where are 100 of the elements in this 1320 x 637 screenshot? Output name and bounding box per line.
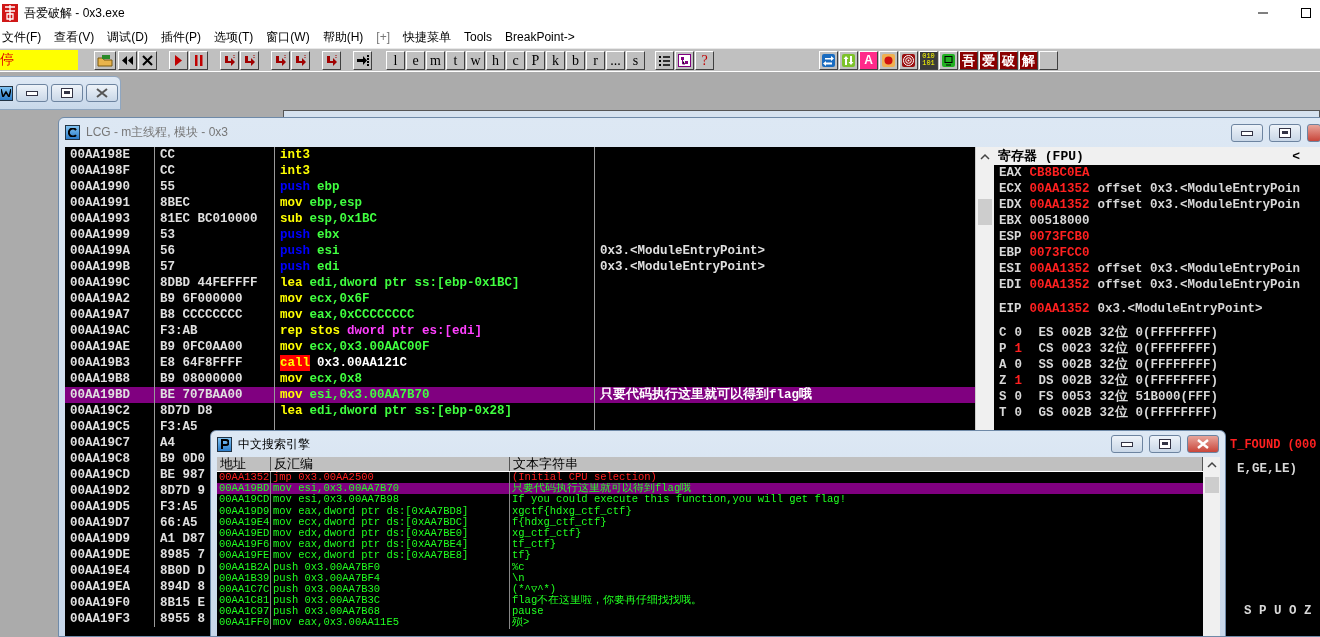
toolbar-button[interactable]: l	[386, 50, 405, 70]
hex-bytes: 8B0D D	[160, 563, 205, 579]
rewind-icon	[121, 53, 134, 67]
toolbar-button[interactable]	[899, 50, 918, 70]
toolbar-button[interactable]: r	[586, 50, 605, 70]
toolbar-button[interactable]	[939, 50, 958, 70]
mnemonic: push	[280, 243, 310, 259]
toolbar-button[interactable]: 解	[1019, 50, 1038, 70]
hex-bytes: BE 987	[160, 467, 205, 483]
string-text: xgctf{hdxg_ctf_ctf}	[511, 505, 633, 517]
toolbar-button[interactable]	[1039, 50, 1058, 70]
minimize-button[interactable]	[16, 84, 48, 102]
toolbar-button[interactable]	[839, 50, 858, 70]
mnemonic: rep stos	[280, 323, 340, 339]
segment-limit: 51B000(FFF)	[1135, 389, 1219, 405]
address: 00AA1990	[70, 179, 130, 195]
toolbar-button[interactable]	[322, 50, 341, 70]
column-header[interactable]: 地址	[217, 457, 271, 471]
toolbar-button[interactable]	[675, 50, 694, 70]
close-icon	[96, 88, 108, 98]
restore-button[interactable]	[1269, 123, 1301, 142]
menu-item[interactable]: 帮助(H)	[317, 28, 372, 46]
toolbar-button[interactable]	[240, 50, 259, 70]
collapse-button[interactable]: <	[1292, 148, 1316, 164]
restore-button[interactable]	[1149, 435, 1181, 453]
toolbar-button[interactable]: c	[506, 50, 525, 70]
register-text: S P U O Z	[1244, 603, 1312, 619]
menu-item[interactable]: 窗口(W)	[261, 28, 318, 46]
column-header[interactable]: 反汇编	[271, 457, 510, 471]
toolbar-button[interactable]	[879, 50, 898, 70]
menu-item[interactable]: 选项(T)	[209, 28, 262, 46]
menu-item[interactable]: [+]	[371, 30, 398, 44]
menu-item[interactable]: 快捷菜单	[398, 28, 459, 46]
comment: 0x3.<ModuleEntryPoint>	[600, 243, 766, 259]
toolbar-button[interactable]: e	[406, 50, 425, 70]
flag-value: 0	[1014, 405, 1024, 421]
toolbar-button[interactable]: t	[446, 50, 465, 70]
menu-item[interactable]: 插件(P)	[156, 28, 209, 46]
close-icon	[141, 53, 154, 67]
flag-name: T	[999, 405, 1007, 421]
flag-value: 1	[1014, 341, 1024, 357]
hex-bytes: 66:A5	[160, 515, 198, 531]
close-button[interactable]	[1307, 123, 1320, 142]
menu-item[interactable]: Tools	[459, 30, 501, 44]
scrollbar-thumb[interactable]	[978, 199, 992, 225]
minimize-button[interactable]	[1231, 123, 1263, 142]
address: 00AA19AC	[70, 323, 130, 339]
menu-item[interactable]: BreakPoint->	[500, 30, 583, 44]
address: 00AA19A7	[70, 307, 130, 323]
address: 00AA199A	[70, 243, 130, 259]
menu-item[interactable]: 调试(D)	[102, 28, 156, 46]
minimize-button[interactable]	[1111, 435, 1143, 453]
maximize-icon	[1301, 8, 1311, 18]
string-text: xg_ctf_ctf}	[511, 527, 582, 540]
scrollbar[interactable]	[1203, 457, 1220, 636]
toolbar-button[interactable]	[291, 50, 310, 70]
menu-item[interactable]: 查看(V)	[49, 28, 103, 46]
help-button[interactable]: ?	[695, 50, 714, 70]
folder-icon	[97, 53, 113, 67]
toolbar-button[interactable]: P	[526, 50, 545, 70]
hex-bytes: BE 707BAA00	[160, 387, 243, 403]
toolbar-button[interactable]: h	[486, 50, 505, 70]
toolbar-button[interactable]: m	[426, 50, 445, 70]
toolbar-button[interactable]: b	[566, 50, 585, 70]
restore-button[interactable]	[51, 84, 83, 102]
toolbar-button[interactable]	[819, 50, 838, 70]
toolbar-button[interactable]	[353, 50, 372, 70]
scrollbar-thumb[interactable]	[1204, 477, 1219, 493]
toolbar-button[interactable]	[94, 50, 116, 70]
toolbar-button[interactable]	[271, 50, 290, 70]
toolbar-button[interactable]	[220, 50, 239, 70]
disassembly-row[interactable]: 00AA19BD BE 707BAA00 mov esi,0x3.00AA7B70 只要代码执行这里就可以得到flag哦	[65, 387, 975, 403]
close-button[interactable]	[86, 84, 118, 102]
close-button[interactable]	[1187, 435, 1219, 453]
toolbar-button[interactable]: A	[859, 50, 878, 70]
toolbar-button[interactable]	[655, 50, 674, 70]
toolbar-button[interactable]: ...	[606, 50, 625, 70]
address: 00AA1B39	[217, 572, 271, 584]
toolbar-button[interactable]	[118, 50, 137, 70]
register-name: EBP	[999, 245, 1022, 261]
toolbar-button[interactable]: 破	[999, 50, 1018, 70]
address: 00AA19CD	[70, 467, 130, 483]
operands: edi,dword ptr ss:[ebp-0x1BC]	[309, 275, 520, 291]
hex-bytes: 8955 8	[160, 611, 205, 627]
toolbar-button[interactable]: 爱	[979, 50, 998, 70]
status-field: 停	[0, 50, 78, 70]
toolbar-button[interactable]: 吾	[959, 50, 978, 70]
toolbar-button[interactable]: w	[466, 50, 485, 70]
hex-bytes: CC	[160, 147, 175, 163]
mnemonic: sub	[280, 211, 303, 227]
toolbar-button[interactable]	[169, 50, 188, 70]
toolbar-button[interactable]	[189, 50, 208, 70]
menu-item[interactable]: 文件(F)	[0, 28, 50, 46]
toolbar-button[interactable]	[138, 50, 157, 70]
toolbar-button[interactable]: s	[626, 50, 645, 70]
toolbar-button[interactable]: k	[546, 50, 565, 70]
operands: esi	[317, 243, 340, 259]
segment-limit: 0(FFFFFFFF)	[1135, 405, 1219, 421]
pause-icon	[192, 53, 205, 67]
step-arrow-icon	[243, 53, 256, 67]
